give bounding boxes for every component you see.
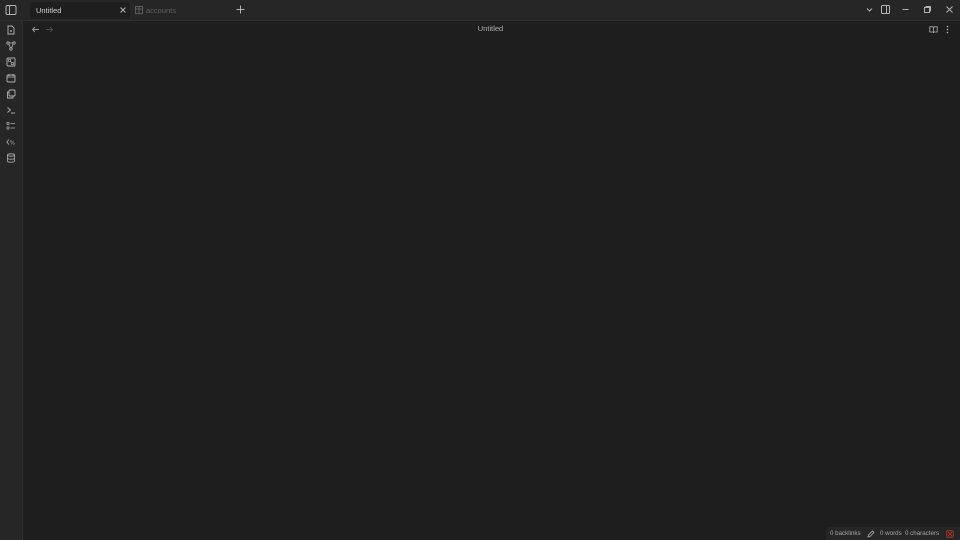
sidebar-toggle-icon[interactable]: [4, 3, 18, 17]
plus-icon[interactable]: [235, 4, 246, 15]
tab-label: accounts: [146, 6, 177, 15]
minimize-icon[interactable]: [900, 4, 911, 15]
calendar-icon[interactable]: [6, 73, 16, 83]
canvas-icon[interactable]: [6, 57, 16, 67]
view-header: Untitled: [23, 21, 960, 37]
right-sidebar-icon[interactable]: [880, 4, 891, 15]
chevron-down-icon[interactable]: [864, 4, 875, 15]
backlinks-count[interactable]: 0 backlinks: [830, 527, 861, 540]
word-count: 0 words: [880, 530, 902, 537]
more-options-icon[interactable]: [943, 25, 952, 34]
left-ribbon: %: [0, 21, 23, 540]
copy-icon[interactable]: [6, 89, 16, 99]
tasks-icon[interactable]: [6, 121, 16, 131]
terminal-icon[interactable]: [6, 105, 16, 115]
reading-view-icon[interactable]: [929, 25, 938, 34]
editor-area[interactable]: [23, 38, 960, 526]
svg-text:%: %: [10, 140, 15, 146]
templater-icon[interactable]: %: [6, 137, 16, 147]
character-count: 0 characters: [905, 530, 940, 537]
graph-view-icon[interactable]: [6, 41, 16, 51]
database-icon[interactable]: [6, 153, 16, 163]
pencil-icon[interactable]: [867, 530, 875, 538]
obsidian-window: Untitled accounts % Untitled 0 backlinks…: [0, 0, 960, 540]
close-icon[interactable]: [119, 6, 127, 14]
new-note-icon[interactable]: [6, 25, 16, 35]
close-window-icon[interactable]: [944, 4, 955, 15]
sync-error-icon[interactable]: [946, 530, 954, 538]
view-title[interactable]: Untitled: [23, 24, 958, 33]
status-bar: 0 backlinks 0 words 0 characters: [826, 527, 960, 540]
tab-bar: Untitled accounts: [0, 0, 960, 21]
tab-label: Untitled: [36, 6, 62, 15]
restore-icon[interactable]: [922, 4, 933, 15]
database-table-icon: [135, 6, 143, 14]
tab-accounts[interactable]: accounts: [132, 2, 232, 19]
tab-untitled[interactable]: Untitled: [30, 2, 130, 19]
